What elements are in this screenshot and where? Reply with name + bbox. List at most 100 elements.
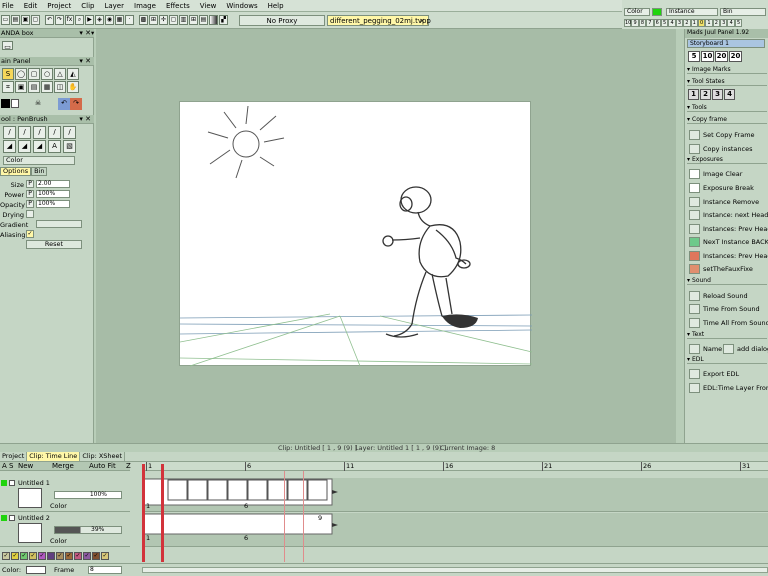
light-table-icon[interactable]: ◉	[105, 15, 114, 25]
menu-layer[interactable]: Layer	[104, 2, 124, 10]
color-combo[interactable]: Color	[624, 8, 650, 16]
primary-color-swatch[interactable]	[1, 99, 10, 108]
reset-button[interactable]: Reset	[26, 240, 82, 249]
swatch-5[interactable]	[47, 552, 55, 560]
light-table-number[interactable]: 4	[668, 19, 676, 27]
open-icon[interactable]: ▤	[11, 15, 20, 25]
action-button-icon[interactable]	[723, 344, 734, 354]
tab-bin[interactable]: Bin	[31, 167, 48, 176]
tool-state-3[interactable]: 3	[712, 89, 723, 100]
instance-remove-action[interactable]: Instance Remove	[687, 196, 768, 208]
fx-icon[interactable]: fx	[65, 15, 74, 25]
copy-instances-action[interactable]: Copy instances	[687, 143, 768, 155]
light-table-number[interactable]: 10	[624, 19, 632, 27]
circle-tool-icon[interactable]: ○	[41, 68, 53, 80]
action-button-icon[interactable]	[689, 251, 700, 261]
instance-icon[interactable]	[689, 210, 700, 220]
swatch-11[interactable]: ✓	[101, 552, 109, 560]
canvas-menu-icon[interactable]: ▾	[90, 29, 98, 38]
image-icon[interactable]: ▦	[115, 15, 124, 25]
section-tools[interactable]: Tools	[687, 104, 767, 112]
layer-color-dot[interactable]	[1, 480, 7, 486]
light-table-number[interactable]: 1	[690, 19, 698, 27]
timeline-ruler[interactable]: 1 6 11 16 21 26 31	[142, 462, 768, 471]
action-button-icon[interactable]	[689, 344, 700, 354]
action-button-icon[interactable]	[689, 130, 700, 140]
track-untitled-1[interactable]: 1 6	[141, 478, 768, 512]
menu-project[interactable]: Project	[47, 2, 71, 10]
menu-windows[interactable]: Windows	[226, 2, 257, 10]
frame-field[interactable]: 8	[88, 566, 122, 574]
hand-tool-icon[interactable]: ✋	[67, 81, 79, 93]
instances-prev-head-2-action[interactable]: Instances: Prev Head T	[687, 250, 768, 262]
swatch-8[interactable]: ✓	[74, 552, 82, 560]
swatch-4[interactable]: ✓	[38, 552, 46, 560]
time-from-sound-action[interactable]: Time From Sound	[687, 303, 768, 315]
tool-state-2[interactable]: 2	[700, 89, 711, 100]
tab-project[interactable]: Project	[0, 452, 28, 461]
warp-tool-icon[interactable]: ◫	[54, 81, 66, 93]
menu-image[interactable]: Image	[134, 2, 156, 10]
panel-close-icon[interactable]: ▾ ✕	[79, 115, 91, 123]
stamp-tool-icon[interactable]: ▣	[15, 81, 27, 93]
quad-view-icon[interactable]: ⊞	[189, 15, 198, 25]
number-button-10[interactable]: 10	[701, 51, 714, 62]
save-icon[interactable]: ▣	[21, 15, 30, 25]
gradient-field[interactable]	[36, 220, 82, 228]
export-icon[interactable]	[689, 369, 700, 379]
light-table-number[interactable]: 2	[683, 19, 691, 27]
light-table-number[interactable]: 7	[646, 19, 654, 27]
swatch-10[interactable]: ✓	[92, 552, 100, 560]
swatch-1[interactable]: ✓	[11, 552, 19, 560]
fill-tool-icon[interactable]: ◭	[67, 68, 79, 80]
secondary-color-swatch[interactable]	[11, 99, 19, 108]
menu-file[interactable]: File	[2, 2, 14, 10]
image-clear-action[interactable]: Image Clear	[687, 168, 768, 180]
menu-effects[interactable]: Effects	[166, 2, 190, 10]
power-field[interactable]: 100%	[36, 190, 70, 198]
shape-tool-icon[interactable]: ◯	[15, 68, 27, 80]
tool-state-1[interactable]: 1	[688, 89, 699, 100]
number-button-5[interactable]: 5	[688, 51, 700, 62]
gradient-icon[interactable]	[209, 15, 218, 25]
light-table-number[interactable]: 8	[638, 19, 647, 27]
color-swatch[interactable]	[652, 8, 662, 16]
light-table-number[interactable]: 9	[631, 19, 639, 27]
next-instance-back-action[interactable]: NexT Instance BACK	[687, 236, 768, 248]
layer-lock-checkbox[interactable]	[9, 515, 15, 521]
color-mode-combo[interactable]: Color	[3, 156, 75, 165]
eraser-tool-icon[interactable]: ▤	[28, 81, 40, 93]
oil-brush-icon[interactable]: ◢	[3, 140, 16, 153]
time-all-from-sound-action[interactable]: Time All From Sound	[687, 317, 768, 329]
name-action[interactable]: Name add dialog	[687, 343, 768, 355]
reload-sound-action[interactable]: Reload Sound	[687, 290, 768, 302]
opacity-field[interactable]: 100%	[36, 200, 70, 208]
range-start-marker[interactable]	[142, 464, 145, 562]
file-tab[interactable]: different_pegging_02mj.tvpp ×	[327, 14, 431, 26]
track-untitled-2[interactable]: 1 6 9	[141, 513, 768, 547]
light-table-number[interactable]: 5	[734, 19, 743, 27]
drawing-canvas[interactable]	[179, 101, 533, 367]
action-button-icon[interactable]	[689, 318, 700, 328]
airbrush-icon[interactable]: /	[48, 126, 61, 139]
small-dot-icon[interactable]: ·	[125, 15, 134, 25]
rect-tool-icon[interactable]: ▢	[28, 68, 40, 80]
new-button[interactable]: New	[18, 462, 33, 470]
grid-plus-icon[interactable]: ⊞	[149, 15, 158, 25]
layer-name[interactable]: Untitled 2	[18, 514, 50, 522]
light-table-number[interactable]: 4	[727, 19, 735, 27]
size-pressure-toggle[interactable]: P	[26, 180, 34, 188]
triangle-tool-icon[interactable]: △	[54, 68, 66, 80]
action-button-icon[interactable]	[689, 237, 700, 247]
menu-help[interactable]: Help	[268, 2, 284, 10]
action-button-icon[interactable]	[689, 383, 700, 393]
close-icon[interactable]: ×	[419, 16, 425, 26]
layer-mode[interactable]: Color	[50, 502, 67, 510]
frame-view-icon[interactable]: ▢	[169, 15, 178, 25]
power-pressure-toggle[interactable]: P	[26, 190, 34, 198]
action-button-icon[interactable]	[689, 304, 700, 314]
light-table-number[interactable]: 3	[675, 19, 684, 27]
redo-panel-icon[interactable]: ↷	[70, 98, 82, 110]
anda-button-icon[interactable]: ▭	[2, 41, 13, 50]
action-button-icon[interactable]	[689, 197, 700, 207]
